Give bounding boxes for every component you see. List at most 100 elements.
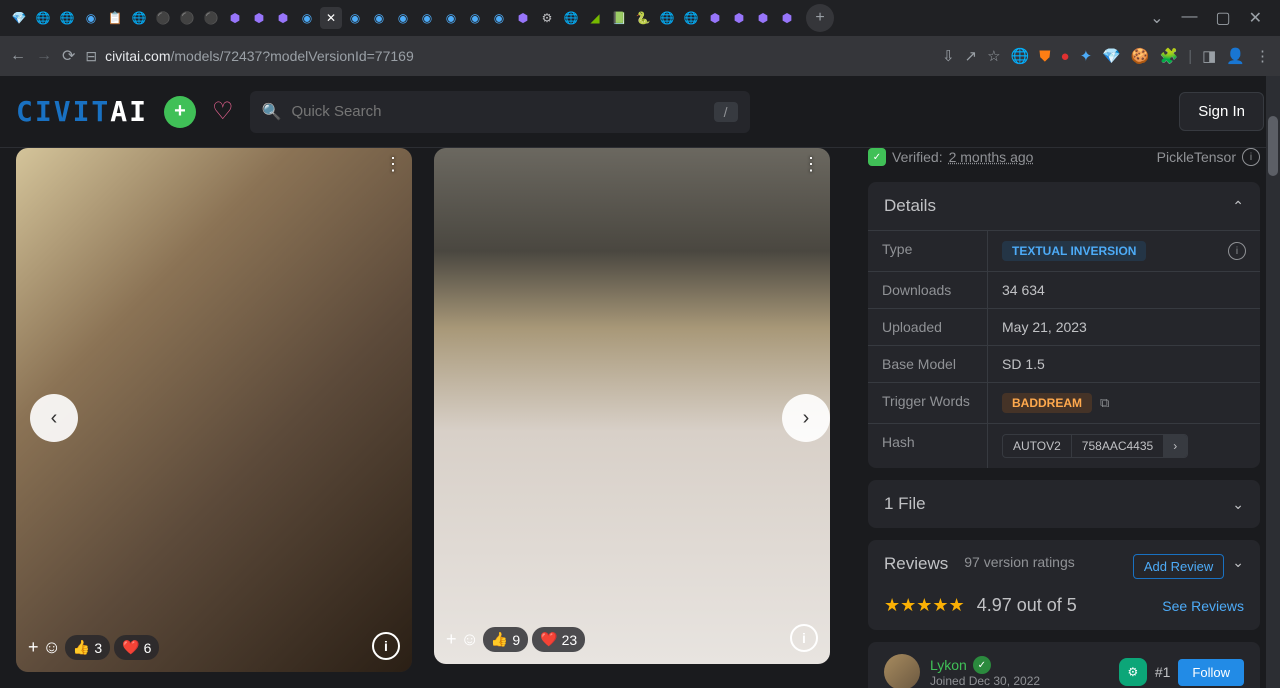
creator-avatar[interactable] (884, 654, 920, 688)
ext-icon[interactable]: 🌐 (1011, 47, 1030, 65)
tab-icon[interactable]: 🌐 (656, 7, 678, 29)
emoji-picker-icon[interactable]: ☺ (43, 637, 61, 658)
details-toggle[interactable]: Details ⌃ (868, 182, 1260, 230)
bookmark-icon[interactable]: ☆ (987, 47, 1000, 65)
tab-icon[interactable]: ⬢ (728, 7, 750, 29)
tab-icon[interactable]: ⬢ (776, 7, 798, 29)
ext-icon[interactable]: ⛊ (1039, 48, 1050, 65)
files-toggle[interactable]: 1 File ⌄ (868, 480, 1260, 528)
tab-icon[interactable]: 🌐 (128, 7, 150, 29)
heart-count[interactable]: ❤️ 6 (114, 635, 159, 660)
dropdown-icon[interactable]: ⌄ (1150, 8, 1163, 28)
reload-button[interactable]: ⟳ (62, 46, 75, 66)
type-tag: TEXTUAL INVERSION (1002, 241, 1146, 261)
tab-icon[interactable]: ⚫ (176, 7, 198, 29)
tab-icon[interactable]: ◉ (296, 7, 318, 29)
tab-icon[interactable]: ◢ (584, 7, 606, 29)
tab-icon[interactable]: 🌐 (560, 7, 582, 29)
ext-icon[interactable]: 💎 (1102, 47, 1121, 65)
tab-icon[interactable]: 💎 (8, 7, 30, 29)
search-input[interactable] (291, 103, 703, 120)
ext-icon[interactable]: ● (1061, 48, 1070, 65)
chevron-right-icon[interactable]: › (1163, 435, 1187, 457)
extensions-icon[interactable]: 🧩 (1160, 47, 1179, 65)
ext-icon[interactable]: 🍪 (1131, 47, 1150, 65)
logo[interactable]: CIVITAI (16, 95, 148, 128)
search-shortcut: / (714, 102, 738, 122)
image-info-icon[interactable]: i (372, 632, 400, 660)
image-info-icon[interactable]: i (790, 624, 818, 652)
url-path: /models/72437?modelVersionId=77169 (171, 48, 414, 64)
tab-icon[interactable]: ◉ (416, 7, 438, 29)
like-count[interactable]: 👍 9 (483, 627, 528, 652)
creator-name[interactable]: Lykon✓ (930, 656, 1040, 674)
url-input[interactable]: ⊟ civitai.com/models/72437?modelVersionI… (85, 48, 932, 65)
tab-icon[interactable]: 🌐 (32, 7, 54, 29)
install-icon[interactable]: ⇩ (942, 47, 955, 65)
tab-icon[interactable]: ◉ (80, 7, 102, 29)
tab-icon[interactable]: ⬢ (512, 7, 534, 29)
search-box[interactable]: 🔍 / (250, 91, 750, 133)
sign-in-button[interactable]: Sign In (1179, 92, 1264, 131)
tab-icon[interactable]: ⚙ (536, 7, 558, 29)
tab-icon[interactable]: ⬢ (704, 7, 726, 29)
scrollbar[interactable] (1266, 76, 1280, 688)
see-reviews-link[interactable]: See Reviews (1162, 598, 1244, 614)
tab-icon[interactable]: ⬢ (272, 7, 294, 29)
address-bar: ← → ⟳ ⊟ civitai.com/models/72437?modelVe… (0, 36, 1280, 76)
add-review-button[interactable]: Add Review (1133, 554, 1224, 579)
tab-active[interactable]: ✕ (320, 7, 342, 29)
carousel-prev[interactable]: ‹ (30, 394, 78, 442)
like-count[interactable]: 👍 3 (65, 635, 110, 660)
gallery-image-2[interactable]: ⋮ + ☺ 👍 9 ❤️ 23 i (434, 148, 830, 664)
close-window-icon[interactable]: ✕ (1249, 8, 1262, 28)
menu-icon[interactable]: ⋮ (1255, 47, 1270, 65)
ext-icon[interactable]: ✦ (1080, 47, 1093, 65)
carousel-next[interactable]: › (782, 394, 830, 442)
create-button[interactable]: + (164, 96, 196, 128)
add-reaction-icon[interactable]: + (28, 637, 39, 658)
site-info-icon[interactable]: ⊟ (85, 48, 97, 65)
tab-icon[interactable]: ⬢ (224, 7, 246, 29)
follow-button[interactable]: Follow (1178, 659, 1244, 686)
share-icon[interactable]: ↗ (965, 47, 978, 65)
hash-box[interactable]: AUTOV2 758AAC4435 › (1002, 434, 1188, 458)
info-icon[interactable]: i (1228, 242, 1246, 260)
add-reaction-icon[interactable]: + (446, 629, 457, 650)
forward-button[interactable]: → (36, 47, 52, 65)
favorites-button[interactable]: ♡ (212, 97, 234, 126)
maximize-icon[interactable]: ▢ (1215, 8, 1230, 28)
tab-icon[interactable]: ◉ (464, 7, 486, 29)
downloads-value: 34 634 (988, 272, 1260, 308)
back-button[interactable]: ← (10, 47, 26, 65)
trigger-tag[interactable]: BADDREAM (1002, 393, 1092, 413)
verified-time[interactable]: 2 months ago (949, 149, 1034, 165)
chevron-down-icon[interactable]: ⌄ (1232, 554, 1244, 571)
minimize-icon[interactable]: — (1181, 8, 1197, 28)
tab-icon[interactable]: ◉ (344, 7, 366, 29)
emoji-picker-icon[interactable]: ☺ (461, 629, 479, 650)
details-sidebar: ✓ Verified: 2 months ago PickleTensor i … (860, 148, 1280, 688)
tab-icon[interactable]: ◉ (368, 7, 390, 29)
tab-icon[interactable]: ⬢ (752, 7, 774, 29)
tab-icon[interactable]: 📗 (608, 7, 630, 29)
tab-icon[interactable]: ◉ (440, 7, 462, 29)
tab-icon[interactable]: 🌐 (680, 7, 702, 29)
new-tab-button[interactable]: + (806, 4, 834, 32)
tab-icon[interactable]: ⚫ (152, 7, 174, 29)
info-icon[interactable]: i (1242, 148, 1260, 166)
tab-icon[interactable]: ◉ (488, 7, 510, 29)
copy-icon[interactable]: ⧉ (1100, 395, 1109, 411)
image-menu-icon[interactable]: ⋮ (802, 154, 820, 175)
tab-icon[interactable]: ◉ (392, 7, 414, 29)
image-menu-icon[interactable]: ⋮ (384, 154, 402, 175)
tab-icon[interactable]: 📋 (104, 7, 126, 29)
heart-count[interactable]: ❤️ 23 (532, 627, 585, 652)
tab-icon[interactable]: ⬢ (248, 7, 270, 29)
tab-icon[interactable]: ⚫ (200, 7, 222, 29)
creator-card: Lykon✓ Joined Dec 30, 2022 ⚙ #1 Follow ★… (868, 642, 1260, 688)
profile-icon[interactable]: 👤 (1226, 47, 1245, 65)
tab-icon[interactable]: 🐍 (632, 7, 654, 29)
tab-icon[interactable]: 🌐 (56, 7, 78, 29)
sidepanel-icon[interactable]: ◨ (1202, 47, 1216, 65)
